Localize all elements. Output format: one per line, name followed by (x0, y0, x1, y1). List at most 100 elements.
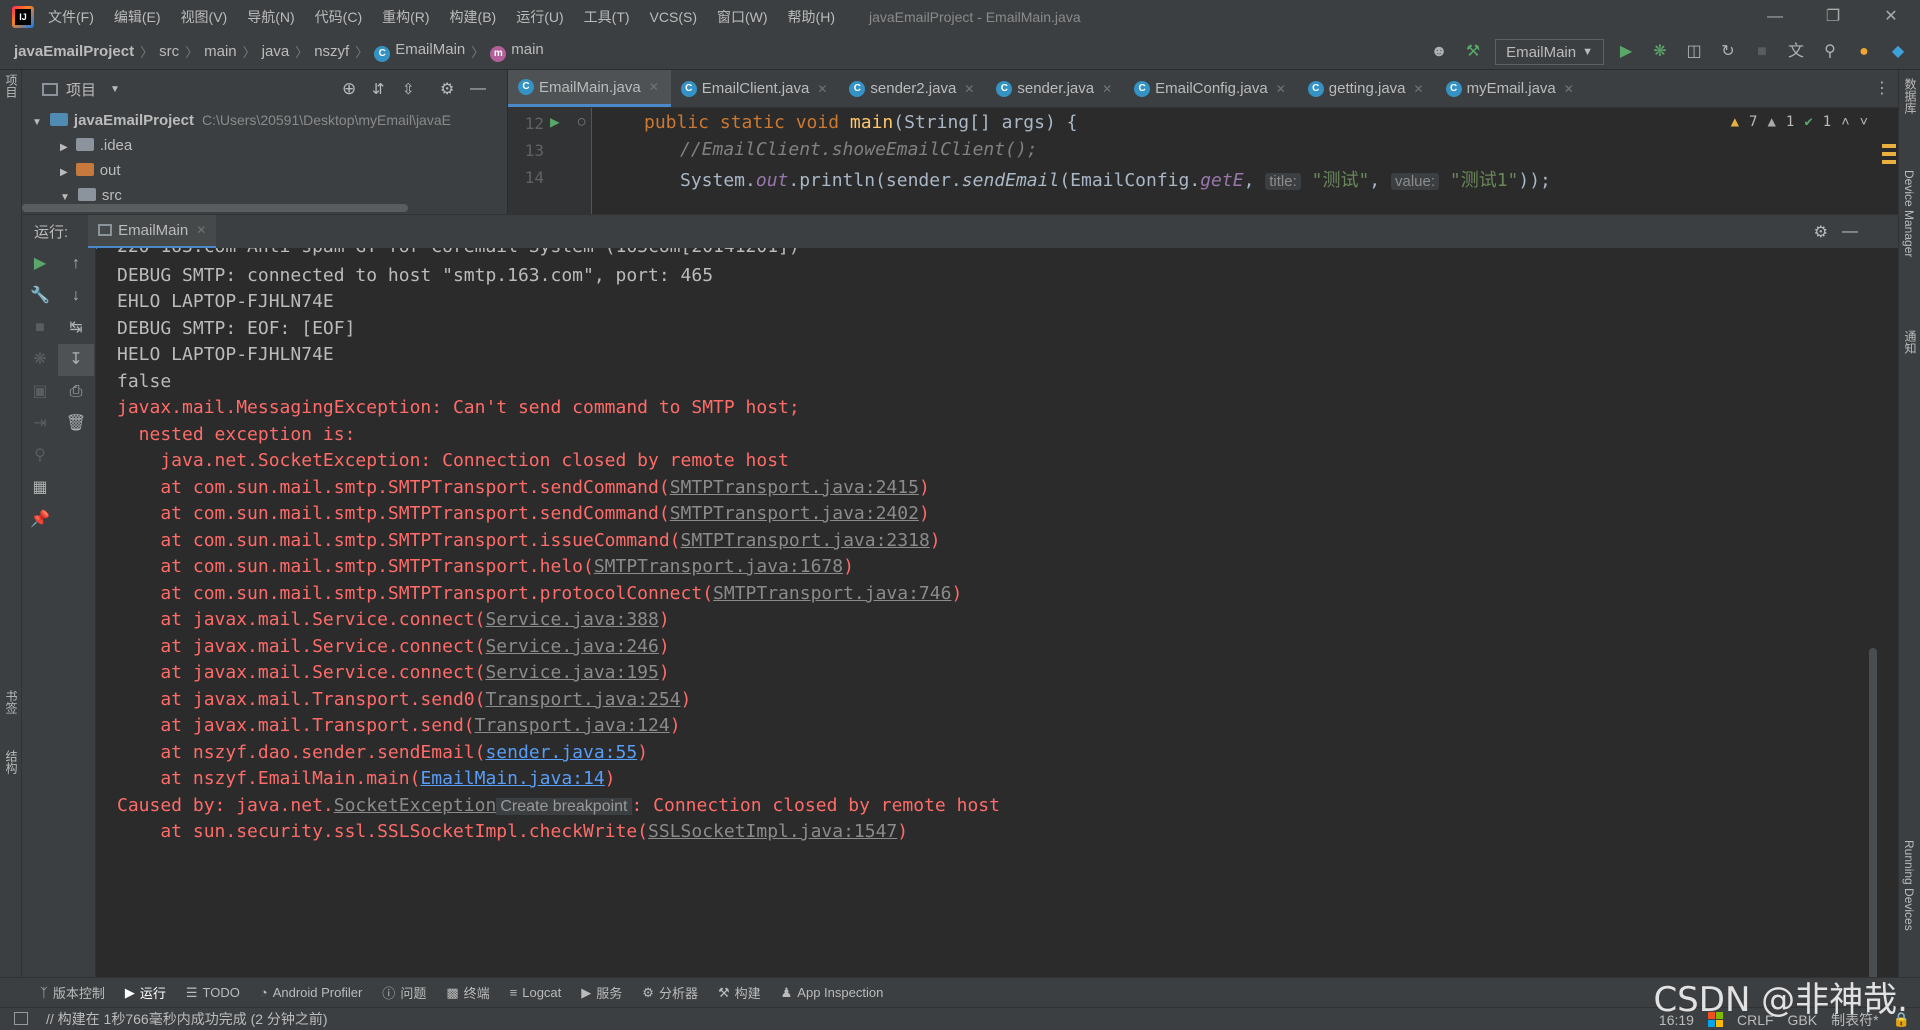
error-stripe-marker[interactable] (1882, 160, 1896, 164)
stack-link[interactable]: EmailMain.java:14 (420, 768, 604, 789)
hide-icon[interactable]: — (1842, 223, 1858, 241)
close-icon[interactable]: ✕ (1862, 0, 1920, 34)
stop-icon[interactable]: ■ (22, 312, 58, 344)
structure-tool-label[interactable]: 结构 (3, 750, 20, 774)
profile-icon[interactable]: ↻ (1716, 40, 1740, 64)
running-devices-tool-label[interactable]: Running Devices (1902, 840, 1916, 931)
close-tab-icon[interactable]: ✕ (1414, 82, 1424, 96)
arrow-up-icon[interactable]: ↑ (58, 248, 94, 280)
tool-app-inspection[interactable]: ♟ App Inspection (781, 985, 884, 1001)
collapse-all-icon[interactable]: ⇳ (402, 80, 415, 98)
menu-vcs[interactable]: VCS(S) (650, 9, 697, 25)
restore-icon[interactable]: ❐ (1804, 0, 1862, 34)
menu-help[interactable]: 帮助(H) (788, 7, 835, 27)
chevron-up-icon[interactable]: ˄ (1841, 114, 1849, 131)
tool-build[interactable]: ⚒ 构建 (718, 983, 761, 1002)
run-gutter-icon[interactable]: ▶ (550, 112, 560, 131)
stack-link[interactable]: SMTPTransport.java:2318 (681, 530, 930, 551)
rerun-icon[interactable]: ▶ (22, 248, 58, 280)
tool-android-profiler[interactable]: ◔ Android Profiler (260, 985, 362, 1000)
stack-link[interactable]: SMTPTransport.java:2415 (670, 477, 919, 498)
tab-emailclient[interactable]: C EmailClient.java ✕ (671, 70, 840, 107)
hide-icon[interactable]: — (470, 80, 486, 98)
stack-link[interactable]: Service.java:246 (485, 636, 658, 657)
bookmarks-tool-label[interactable]: 书签 (3, 690, 20, 714)
soft-wrap-icon[interactable]: ↹ (58, 312, 94, 344)
breadcrumb-nszyf[interactable]: nszyf (314, 43, 349, 60)
plugin-icon[interactable]: ◆ (1886, 40, 1910, 64)
arrow-down-icon[interactable]: ↓ (58, 280, 94, 312)
stack-link[interactable]: SMTPTransport.java:746 (713, 583, 951, 604)
stack-link[interactable]: SMTPTransport.java:2402 (670, 503, 919, 524)
close-tab-icon[interactable]: ✕ (817, 82, 827, 96)
stack-link[interactable]: Transport.java:124 (475, 715, 670, 736)
menu-tools[interactable]: 工具(T) (584, 7, 630, 27)
minimize-icon[interactable]: — (1746, 0, 1804, 34)
user-icon[interactable]: ☻ (1427, 40, 1451, 64)
breadcrumb-method[interactable]: m main (490, 41, 544, 62)
breadcrumb-src[interactable]: src (159, 43, 179, 60)
tree-root[interactable]: ▼ javaEmailProject C:\Users\20591\Desktop\… (22, 108, 507, 133)
tab-emailconfig[interactable]: C EmailConfig.java ✕ (1124, 70, 1298, 107)
inspection-widget[interactable]: ▲ 7 ▲ 1 ✔ 1 ˄ ˅ (1731, 114, 1868, 131)
tab-sender2[interactable]: Csender2.java ✕ (839, 70, 986, 107)
stack-link[interactable]: Service.java:388 (485, 609, 658, 630)
status-message[interactable]: // 构建在 1秒766毫秒内成功完成 (2 分钟之前) (46, 1009, 328, 1029)
debug-icon[interactable]: ❋ (1648, 40, 1672, 64)
gear-icon[interactable]: ⚙ (1814, 222, 1828, 242)
tool-version-control[interactable]: ᛉ 版本控制 (40, 983, 105, 1002)
menu-view[interactable]: 视图(V) (181, 7, 228, 27)
console-output[interactable]: 220 163.com Anti-spam GT for Coremail Sy… (97, 248, 1877, 977)
exception-link[interactable]: SocketException (334, 795, 497, 816)
error-stripe-marker[interactable] (1882, 152, 1896, 156)
tab-sender[interactable]: Csender.java ✕ (986, 70, 1124, 107)
breadcrumb-project[interactable]: javaEmailProject (14, 43, 134, 60)
print-icon[interactable]: ⎙ (58, 376, 94, 408)
tab-myemail[interactable]: CmyEmail.java ✕ (1436, 70, 1586, 107)
tab-getting[interactable]: Cgetting.java ✕ (1298, 70, 1436, 107)
stack-link[interactable]: SSLSocketImpl.java:1547 (648, 821, 897, 842)
menu-window[interactable]: 窗口(W) (717, 7, 768, 27)
tree-item-idea[interactable]: ▶ .idea (22, 133, 507, 158)
stack-link[interactable]: sender.java:55 (485, 742, 637, 763)
search-icon[interactable]: ⚲ (22, 440, 58, 472)
scroll-to-end-icon[interactable]: ↧ (58, 344, 94, 376)
menu-run[interactable]: 运行(U) (516, 7, 563, 27)
stack-link[interactable]: Transport.java:254 (485, 689, 680, 710)
trash-icon[interactable]: 🗑 (58, 408, 94, 440)
close-tab-icon[interactable]: ✕ (1102, 82, 1112, 96)
code-editor[interactable]: 12 13 14 ▶ ◯ public static void main(Str… (508, 108, 1898, 214)
menu-navigate[interactable]: 导航(N) (247, 7, 294, 27)
layout-icon[interactable]: ▦ (22, 472, 58, 504)
tool-profiler[interactable]: ⚙ 分析器 (642, 983, 698, 1002)
expand-all-icon[interactable]: ⇵ (372, 80, 385, 98)
coverage-icon[interactable]: ◫ (1682, 40, 1706, 64)
tab-emailmain[interactable]: C EmailMain.java ✕ (508, 70, 671, 107)
notifications-tool-label[interactable]: 通知 (1902, 330, 1919, 354)
translate-icon[interactable]: 文 (1784, 40, 1808, 64)
breadcrumb-class[interactable]: C EmailMain (374, 41, 465, 62)
menu-edit[interactable]: 编辑(E) (114, 7, 161, 27)
close-tab-icon[interactable]: ✕ (964, 82, 974, 96)
gear-icon[interactable]: ⚙ (440, 79, 454, 99)
close-tab-icon[interactable]: ✕ (196, 223, 206, 237)
tool-todo[interactable]: ☰ TODO (186, 985, 240, 1001)
tool-services[interactable]: ▶ 服务 (581, 983, 622, 1002)
device-manager-tool-label[interactable]: Device Manager (1902, 170, 1916, 257)
tool-run[interactable]: ▶ 运行 (125, 983, 166, 1002)
error-stripe-marker[interactable] (1882, 144, 1896, 148)
breadcrumb-java[interactable]: java (262, 43, 290, 60)
stop-icon[interactable]: ■ (1750, 40, 1774, 64)
locate-icon[interactable]: ⊕ (342, 79, 356, 99)
menu-refactor[interactable]: 重构(R) (382, 7, 429, 27)
run-icon[interactable]: ▶ (1614, 40, 1638, 64)
menu-code[interactable]: 代码(C) (315, 7, 362, 27)
create-breakpoint-tooltip[interactable]: Create breakpoint (496, 798, 632, 815)
menu-file[interactable]: 文件(F) (48, 7, 94, 27)
more-tabs-icon[interactable]: ⋮ (1874, 78, 1890, 98)
tool-problems[interactable]: ⓘ 问题 (382, 983, 426, 1002)
tree-item-out[interactable]: ▶ out (22, 158, 507, 183)
chevron-down-icon[interactable]: ▼ (110, 84, 120, 95)
run-configuration-select[interactable]: EmailMain ▼ (1495, 39, 1604, 65)
close-tab-icon[interactable]: ✕ (1276, 82, 1286, 96)
